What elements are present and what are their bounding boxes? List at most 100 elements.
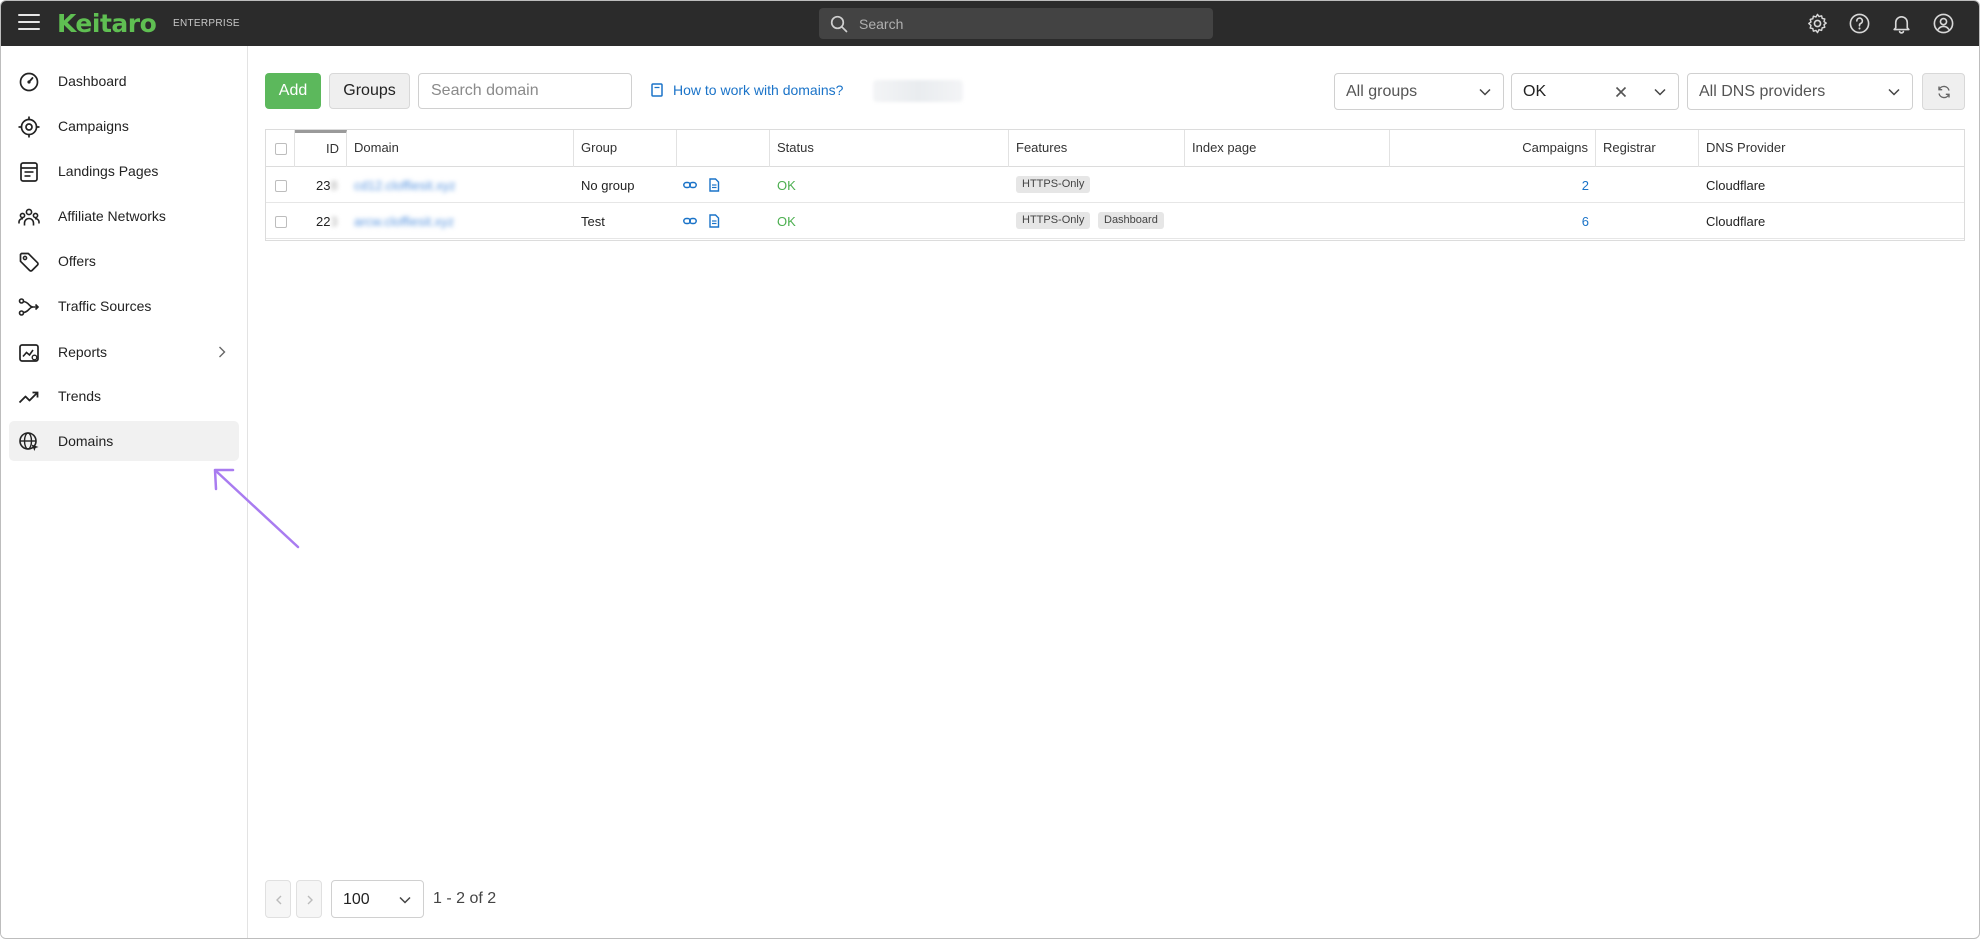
search-domain-input[interactable] [418,73,632,109]
row-index-page [1192,203,1382,239]
row-status: OK [777,178,796,193]
close-icon[interactable] [1614,85,1628,99]
bell-icon[interactable] [1890,12,1913,35]
search-icon [830,15,848,33]
table-row[interactable]: 223 arcw.cloffiesit.xyz Test OK HTTPS-On… [266,203,1964,239]
feature-badge: HTTPS-Only [1016,212,1091,229]
per-page-value: 100 [343,891,370,908]
prev-page-button[interactable] [265,880,291,918]
dashboard-icon [19,72,39,92]
header-icons [1806,12,1955,35]
globe-icon [19,432,39,451]
feature-badge: Dashboard [1098,212,1164,229]
sidebar-item-label: Offers [58,253,96,269]
sidebar-item-label: Landings Pages [58,163,159,179]
sidebar-item-label: Affiliate Networks [58,208,166,224]
target-icon [18,116,40,138]
howto-link[interactable]: How to work with domains? [651,82,843,98]
row-campaigns[interactable]: 6 [1390,203,1589,239]
help-icon[interactable] [1848,12,1871,35]
row-checkbox[interactable] [275,180,287,192]
column-header-group[interactable]: Group [574,130,677,167]
status-filter-select[interactable]: OK [1511,73,1679,110]
row-checkbox[interactable] [275,216,287,228]
row-campaigns[interactable]: 2 [1390,167,1589,203]
row-index-page [1192,167,1382,203]
global-search[interactable] [819,8,1213,39]
row-id-value: 23 [316,178,331,193]
row-registrar [1603,167,1693,203]
sidebar-item-reports[interactable]: Reports [9,332,239,372]
sidebar-item-dashboard[interactable]: Dashboard [9,61,239,101]
column-header-index-page[interactable]: Index page [1185,130,1390,167]
chevron-down-icon [1479,88,1491,96]
app-logo[interactable]: Keitaro [57,9,157,38]
groups-button[interactable]: Groups [329,73,410,109]
sidebar-item-offers[interactable]: Offers [9,241,239,281]
sidebar-item-label: Dashboard [58,73,127,89]
chevron-left-icon [276,895,282,905]
sidebar-item-affiliate-networks[interactable]: Affiliate Networks [9,196,239,236]
select-all-cell [266,130,295,167]
column-header-id[interactable]: ID [295,130,347,167]
blurred-ip [873,80,963,102]
dns-filter-value: All DNS providers [1699,83,1826,100]
document-icon[interactable] [707,214,721,228]
row-id: 238 [316,178,338,193]
table-header: ID Domain Group Status Features Index pa… [266,130,1964,167]
column-header-registrar[interactable]: Registrar [1596,130,1699,167]
group-filter-select[interactable]: All groups [1334,73,1504,110]
sidebar-item-landings-pages[interactable]: Landings Pages [9,151,239,191]
chevron-down-icon [1654,88,1666,96]
row-domain[interactable]: arcw.cloffiesit.xyz [354,203,564,239]
column-header-features[interactable]: Features [1009,130,1185,167]
sidebar-item-label: Domains [58,433,114,449]
landing-icon [20,162,38,182]
row-dns-provider: Cloudflare [1706,214,1766,229]
link-icon[interactable] [683,178,697,192]
domains-table: ID Domain Group Status Features Index pa… [265,129,1965,241]
reports-icon [19,344,39,362]
row-domain[interactable]: cd12.cloffiesit.xyz [354,167,564,203]
book-icon [651,83,663,97]
per-page-select[interactable]: 100 [331,880,424,918]
sidebar-item-trends[interactable]: Trends [9,376,239,416]
column-header-domain[interactable]: Domain [347,130,574,167]
chevron-right-icon[interactable] [217,346,227,358]
link-icon[interactable] [683,214,697,228]
sidebar-item-traffic-sources[interactable]: Traffic Sources [9,286,239,326]
group-filter-value: All groups [1346,83,1418,100]
sidebar-item-campaigns[interactable]: Campaigns [9,106,239,146]
sidebar-item-label: Reports [58,344,108,360]
next-page-button[interactable] [296,880,322,918]
row-group: Test [581,214,605,229]
top-bar: Keitaro ENTERPRISE [1,1,1979,46]
global-search-input[interactable] [859,8,1199,39]
select-all-checkbox[interactable] [275,143,287,155]
chevron-down-icon [1888,88,1900,96]
column-header-dns-provider[interactable]: DNS Provider [1699,130,1964,167]
user-icon[interactable] [1932,12,1955,35]
menu-icon[interactable] [18,14,40,32]
tag-icon [19,252,39,272]
table-row[interactable]: 238 cd12.cloffiesit.xyz No group OK HTTP… [266,167,1964,203]
refresh-icon [1938,85,1950,99]
feature-badge: HTTPS-Only [1016,176,1091,193]
document-icon[interactable] [707,178,721,192]
chevron-down-icon [399,896,411,904]
gear-icon[interactable] [1806,12,1829,35]
sidebar-item-domains[interactable]: Domains [9,421,239,461]
pagination-info: 1 - 2 of 2 [433,890,497,907]
refresh-button[interactable] [1922,73,1965,110]
add-domain-button[interactable]: Add [265,73,321,109]
annotation-arrow-icon [213,468,300,549]
column-header-campaigns[interactable]: Campaigns [1390,130,1596,167]
traffic-icon [18,298,40,316]
row-status: OK [777,214,796,229]
dns-filter-select[interactable]: All DNS providers [1687,73,1913,110]
status-filter-value: OK [1523,83,1547,100]
row-id-value: 22 [316,214,331,229]
trend-icon [18,391,39,404]
howto-link-label[interactable]: How to work with domains? [673,82,843,98]
column-header-status[interactable]: Status [770,130,1009,167]
